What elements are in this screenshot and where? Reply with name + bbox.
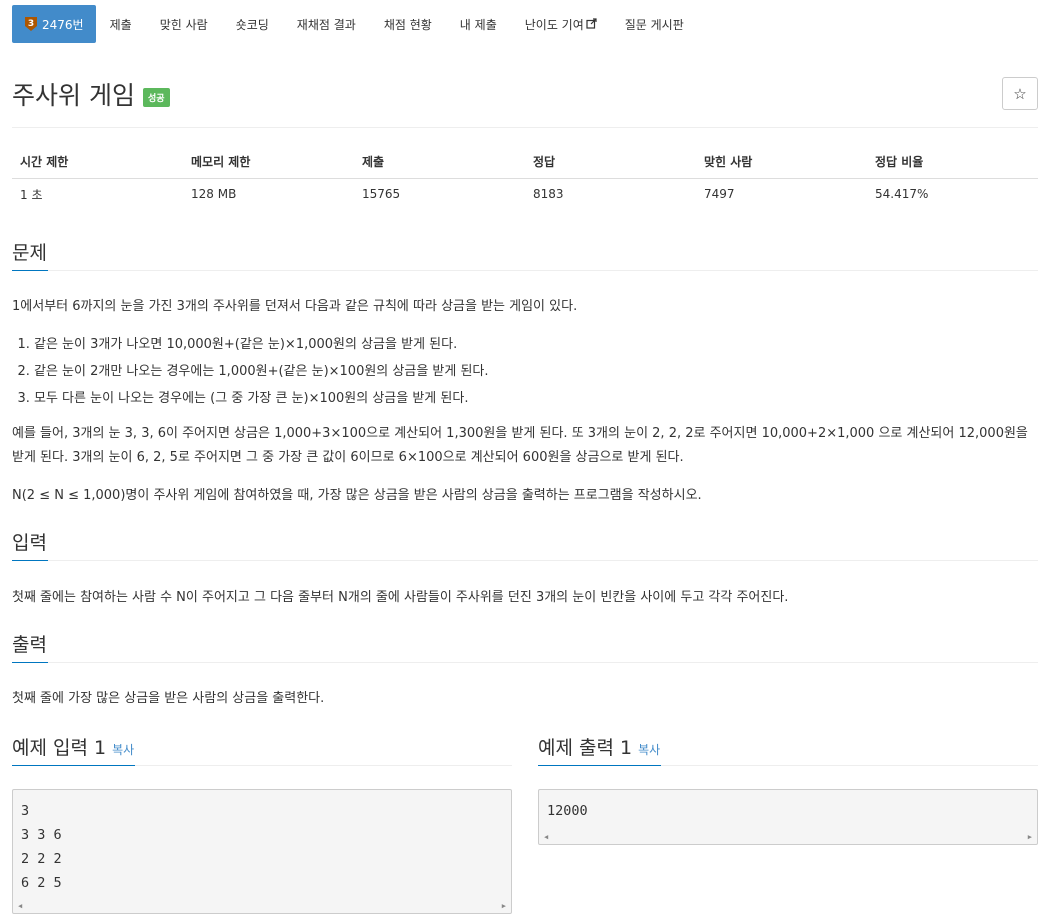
svg-text:3: 3	[28, 19, 34, 29]
star-icon: ☆	[1013, 84, 1027, 103]
output-description: 첫째 줄에 가장 많은 상금을 받은 사람의 상금을 출력한다.	[12, 691, 325, 706]
rules-list: 같은 눈이 3개가 나오면 10,000원+(같은 눈)×1,000원의 상금을…	[12, 331, 489, 412]
sample-input-content: 3 3 3 6 2 2 2 6 2 5	[21, 803, 62, 891]
header-solved-users: 맞힌 사람	[696, 146, 867, 179]
sample-output-scrollbar[interactable]: ◀ ▶	[539, 830, 1037, 844]
tab-problem[interactable]: 3 2476번	[12, 5, 96, 43]
sample-input-scrollbar[interactable]: ◀ ▶	[13, 899, 511, 913]
value-time-limit: 1 초	[20, 187, 43, 202]
scroll-right-icon[interactable]: ▶	[502, 902, 506, 910]
tab-problem-label: 2476번	[42, 17, 84, 32]
problem-title-bar: 주사위 게임 성공	[12, 76, 170, 112]
sample-output-heading: 예제 출력 1 복사	[538, 734, 662, 766]
header-submissions: 제출	[354, 146, 525, 179]
description-section-header: 문제	[12, 239, 1038, 271]
scroll-right-icon[interactable]: ▶	[1028, 833, 1032, 841]
sample-input-box[interactable]: 3 3 3 6 2 2 2 6 2 5 ◀ ▶	[12, 789, 512, 914]
sample-output-title: 예제 출력 1	[538, 737, 633, 759]
tab-rejudge-result[interactable]: 재채점 결과	[283, 5, 370, 43]
tab-my-submissions[interactable]: 내 제출	[446, 5, 511, 43]
info-header-row: 시간 제한 메모리 제한 제출 정답 맞힌 사람 정답 비율	[12, 146, 1038, 179]
value-submissions: 15765	[362, 187, 401, 202]
description-heading: 문제	[12, 239, 48, 271]
copy-sample-output-link[interactable]: 복사	[638, 743, 660, 757]
header-time-limit: 시간 제한	[12, 146, 183, 179]
value-accepted: 8183	[533, 187, 564, 202]
sample-output-box[interactable]: 12000 ◀ ▶	[538, 789, 1038, 845]
tab-qna-board[interactable]: 질문 게시판	[611, 5, 698, 43]
rule-item: 같은 눈이 3개가 나오면 10,000원+(같은 눈)×1,000원의 상금을…	[34, 331, 489, 358]
tab-difficulty-label: 난이도 기여	[524, 17, 584, 32]
copy-sample-input-link[interactable]: 복사	[112, 743, 134, 757]
value-solved-users: 7497	[704, 187, 735, 202]
title-divider	[12, 127, 1038, 128]
input-section-header: 입력	[12, 529, 1038, 561]
description-example: 예를 들어, 3개의 눈 3, 3, 6이 주어지면 상금은 1,000+3×1…	[12, 426, 1028, 465]
sample-output-content: 12000	[547, 803, 588, 819]
info-value-row: 1 초 128 MB 15765 8183 7497 54.417%	[12, 178, 1038, 210]
sample-input-section-header: 예제 입력 1 복사	[12, 734, 512, 766]
problem-menu-tabs: 3 2476번 제출 맞힌 사람 숏코딩 재채점 결과 채점 현황 내 제출 난…	[12, 5, 698, 43]
scroll-left-icon[interactable]: ◀	[544, 833, 548, 841]
header-accepted: 정답	[525, 146, 696, 179]
sample-output-section-header: 예제 출력 1 복사	[538, 734, 1038, 766]
description-task: N(2 ≤ N ≤ 1,000)명이 주사위 게임에 참여하였을 때, 가장 많…	[12, 488, 702, 503]
tab-solved-users[interactable]: 맞힌 사람	[146, 5, 222, 43]
scroll-left-icon[interactable]: ◀	[18, 902, 22, 910]
rule-item: 같은 눈이 2개만 나오는 경우에는 1,000원+(같은 눈)×100원의 상…	[34, 358, 489, 385]
problem-info-table: 시간 제한 메모리 제한 제출 정답 맞힌 사람 정답 비율 1 초 128 M…	[12, 146, 1038, 210]
tab-judge-status[interactable]: 채점 현황	[370, 5, 446, 43]
tab-short-coding[interactable]: 숏코딩	[222, 5, 283, 43]
tab-difficulty-contribution[interactable]: 난이도 기여	[511, 5, 611, 43]
tab-submit[interactable]: 제출	[96, 5, 146, 43]
status-badge: 성공	[142, 87, 170, 107]
sample-input-title: 예제 입력 1	[12, 737, 107, 759]
header-accept-ratio: 정답 비율	[867, 146, 1038, 179]
value-memory-limit: 128 MB	[191, 187, 237, 202]
tier-badge-icon: 3	[24, 16, 38, 32]
favorite-star-button[interactable]: ☆	[1002, 77, 1038, 110]
page-title: 주사위 게임	[12, 81, 135, 110]
input-description: 첫째 줄에는 참여하는 사람 수 N이 주어지고 그 다음 줄부터 N개의 줄에…	[12, 590, 789, 605]
header-memory-limit: 메모리 제한	[183, 146, 354, 179]
description-intro: 1에서부터 6까지의 눈을 가진 3개의 주사위를 던져서 다음과 같은 규칙에…	[12, 299, 578, 314]
rule-item: 모두 다른 눈이 나오는 경우에는 (그 중 가장 큰 눈)×100원의 상금을…	[34, 385, 489, 412]
value-accept-ratio: 54.417%	[875, 187, 929, 202]
external-link-icon	[586, 18, 597, 29]
output-heading: 출력	[12, 631, 48, 663]
sample-input-heading: 예제 입력 1 복사	[12, 734, 136, 766]
output-section-header: 출력	[12, 631, 1038, 663]
input-heading: 입력	[12, 529, 48, 561]
